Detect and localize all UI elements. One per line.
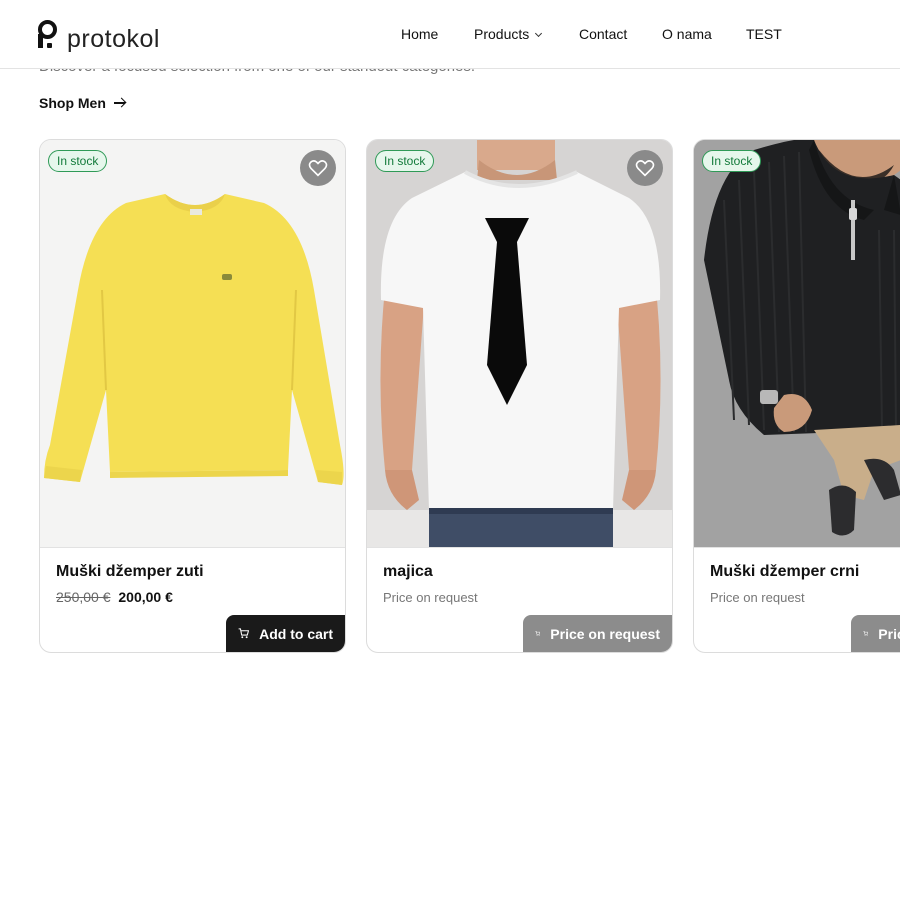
black-sweater-illustration — [694, 140, 900, 547]
shop-men-label: Shop Men — [39, 95, 106, 111]
price-on-request-button[interactable]: Price on request — [851, 615, 900, 652]
product-image-yellow-sweater[interactable] — [40, 140, 345, 548]
shop-men-link[interactable]: Shop Men — [39, 95, 126, 111]
old-price: 250,00 € — [56, 589, 111, 605]
site-header: protokol Home Products Contact O nama TE… — [0, 0, 900, 69]
tshirt-tie-illustration — [367, 140, 672, 547]
nav-home[interactable]: Home — [401, 26, 438, 42]
price-on-request-text: Price on request — [383, 590, 478, 605]
price-on-request-label: Price on request — [550, 625, 660, 642]
status-badge: In stock — [702, 150, 762, 172]
product-title[interactable]: Muški džemper crni — [710, 563, 859, 581]
heart-icon — [308, 160, 328, 177]
add-to-cart-button[interactable]: Add to cart — [226, 615, 345, 652]
current-price: 200,00 € — [118, 589, 173, 605]
cart-icon — [863, 631, 869, 636]
cart-icon — [238, 628, 250, 639]
product-price: Price on request — [383, 589, 478, 605]
logo-icon — [38, 20, 58, 50]
product-title[interactable]: majica — [383, 563, 433, 581]
nav-contact[interactable]: Contact — [579, 26, 627, 42]
logo[interactable]: protokol — [38, 18, 160, 53]
nav-test[interactable]: TEST — [746, 26, 782, 42]
product-price: Price on request — [710, 589, 805, 605]
price-on-request-button[interactable]: Price on request — [523, 615, 672, 652]
product-card[interactable]: In stock Muški džemper crni Price on req… — [693, 139, 900, 653]
arrow-right-icon — [113, 98, 126, 108]
add-to-cart-label: Add to cart — [259, 625, 333, 642]
status-badge: In stock — [48, 150, 108, 172]
chevron-down-icon — [535, 29, 543, 38]
product-card[interactable]: In stock Muški džemper zuti 250,00 € 200… — [39, 139, 346, 653]
heart-icon — [635, 160, 655, 177]
product-image-black-sweater[interactable] — [694, 140, 900, 548]
nav-o-nama[interactable]: O nama — [662, 26, 712, 42]
product-image-white-tshirt[interactable] — [367, 140, 672, 548]
price-on-request-text: Price on request — [710, 590, 805, 605]
product-price: 250,00 € 200,00 € — [56, 589, 173, 605]
wishlist-button[interactable] — [627, 150, 663, 186]
wishlist-button[interactable] — [300, 150, 336, 186]
yellow-sweater-illustration — [40, 140, 345, 547]
logo-text: protokol — [67, 25, 160, 53]
product-title[interactable]: Muški džemper zuti — [56, 563, 204, 581]
product-card[interactable]: In stock majica Price on request Price o… — [366, 139, 673, 653]
cart-icon — [535, 631, 541, 636]
status-badge: In stock — [375, 150, 435, 172]
nav-products[interactable]: Products — [474, 26, 543, 42]
price-on-request-label: Price on request — [878, 625, 900, 642]
nav-products-label: Products — [474, 26, 530, 42]
